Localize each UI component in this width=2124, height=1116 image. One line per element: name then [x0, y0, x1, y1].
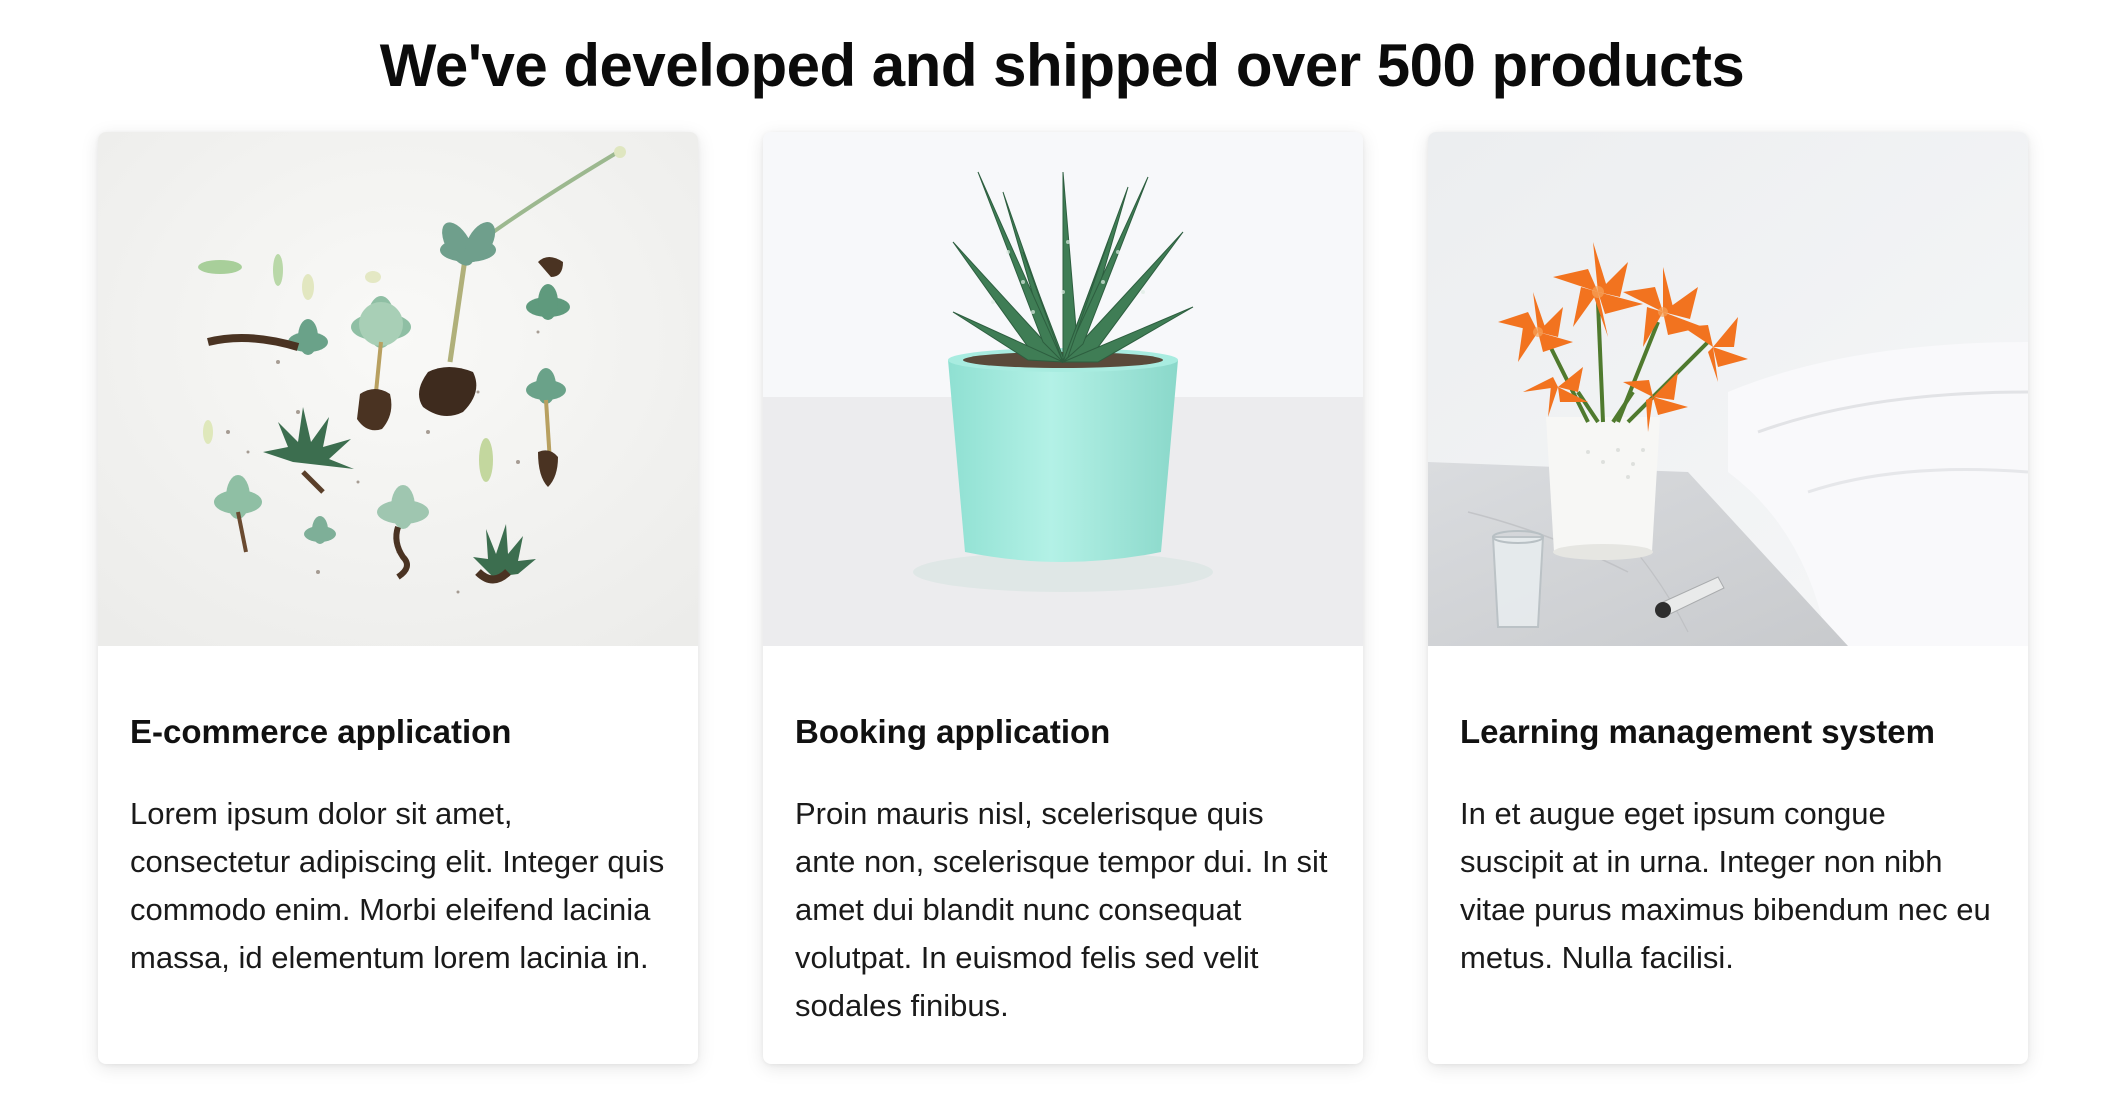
- product-card-lms[interactable]: Learning management system In et augue e…: [1428, 132, 2028, 1064]
- card-body: Booking application Proin mauris nisl, s…: [763, 646, 1363, 1030]
- card-description: In et augue eget ipsum congue suscipit a…: [1460, 796, 1991, 975]
- product-card-ecommerce[interactable]: E-commerce application Lorem ipsum dolor…: [98, 132, 698, 1064]
- card-body: E-commerce application Lorem ipsum dolor…: [98, 646, 698, 982]
- card-title: E-commerce application: [130, 713, 512, 750]
- potted-succulent-image: [763, 132, 1363, 646]
- product-card-booking[interactable]: Booking application Proin mauris nisl, s…: [763, 132, 1363, 1064]
- page-title: We've developed and shipped over 500 pro…: [379, 32, 1745, 99]
- card-title: Learning management system: [1460, 713, 1935, 750]
- card-description: Proin mauris nisl, scelerisque quis ante…: [795, 796, 1328, 1023]
- succulent-cuttings-image: [98, 132, 698, 646]
- orange-lilies-vase-image: [1428, 132, 2028, 646]
- product-cards: E-commerce application Lorem ipsum dolor…: [98, 132, 2028, 1064]
- card-title: Booking application: [795, 713, 1111, 750]
- card-body: Learning management system In et augue e…: [1428, 646, 2028, 982]
- card-description: Lorem ipsum dolor sit amet, consectetur …: [130, 796, 665, 975]
- page: We've developed and shipped over 500 pro…: [0, 0, 2124, 1116]
